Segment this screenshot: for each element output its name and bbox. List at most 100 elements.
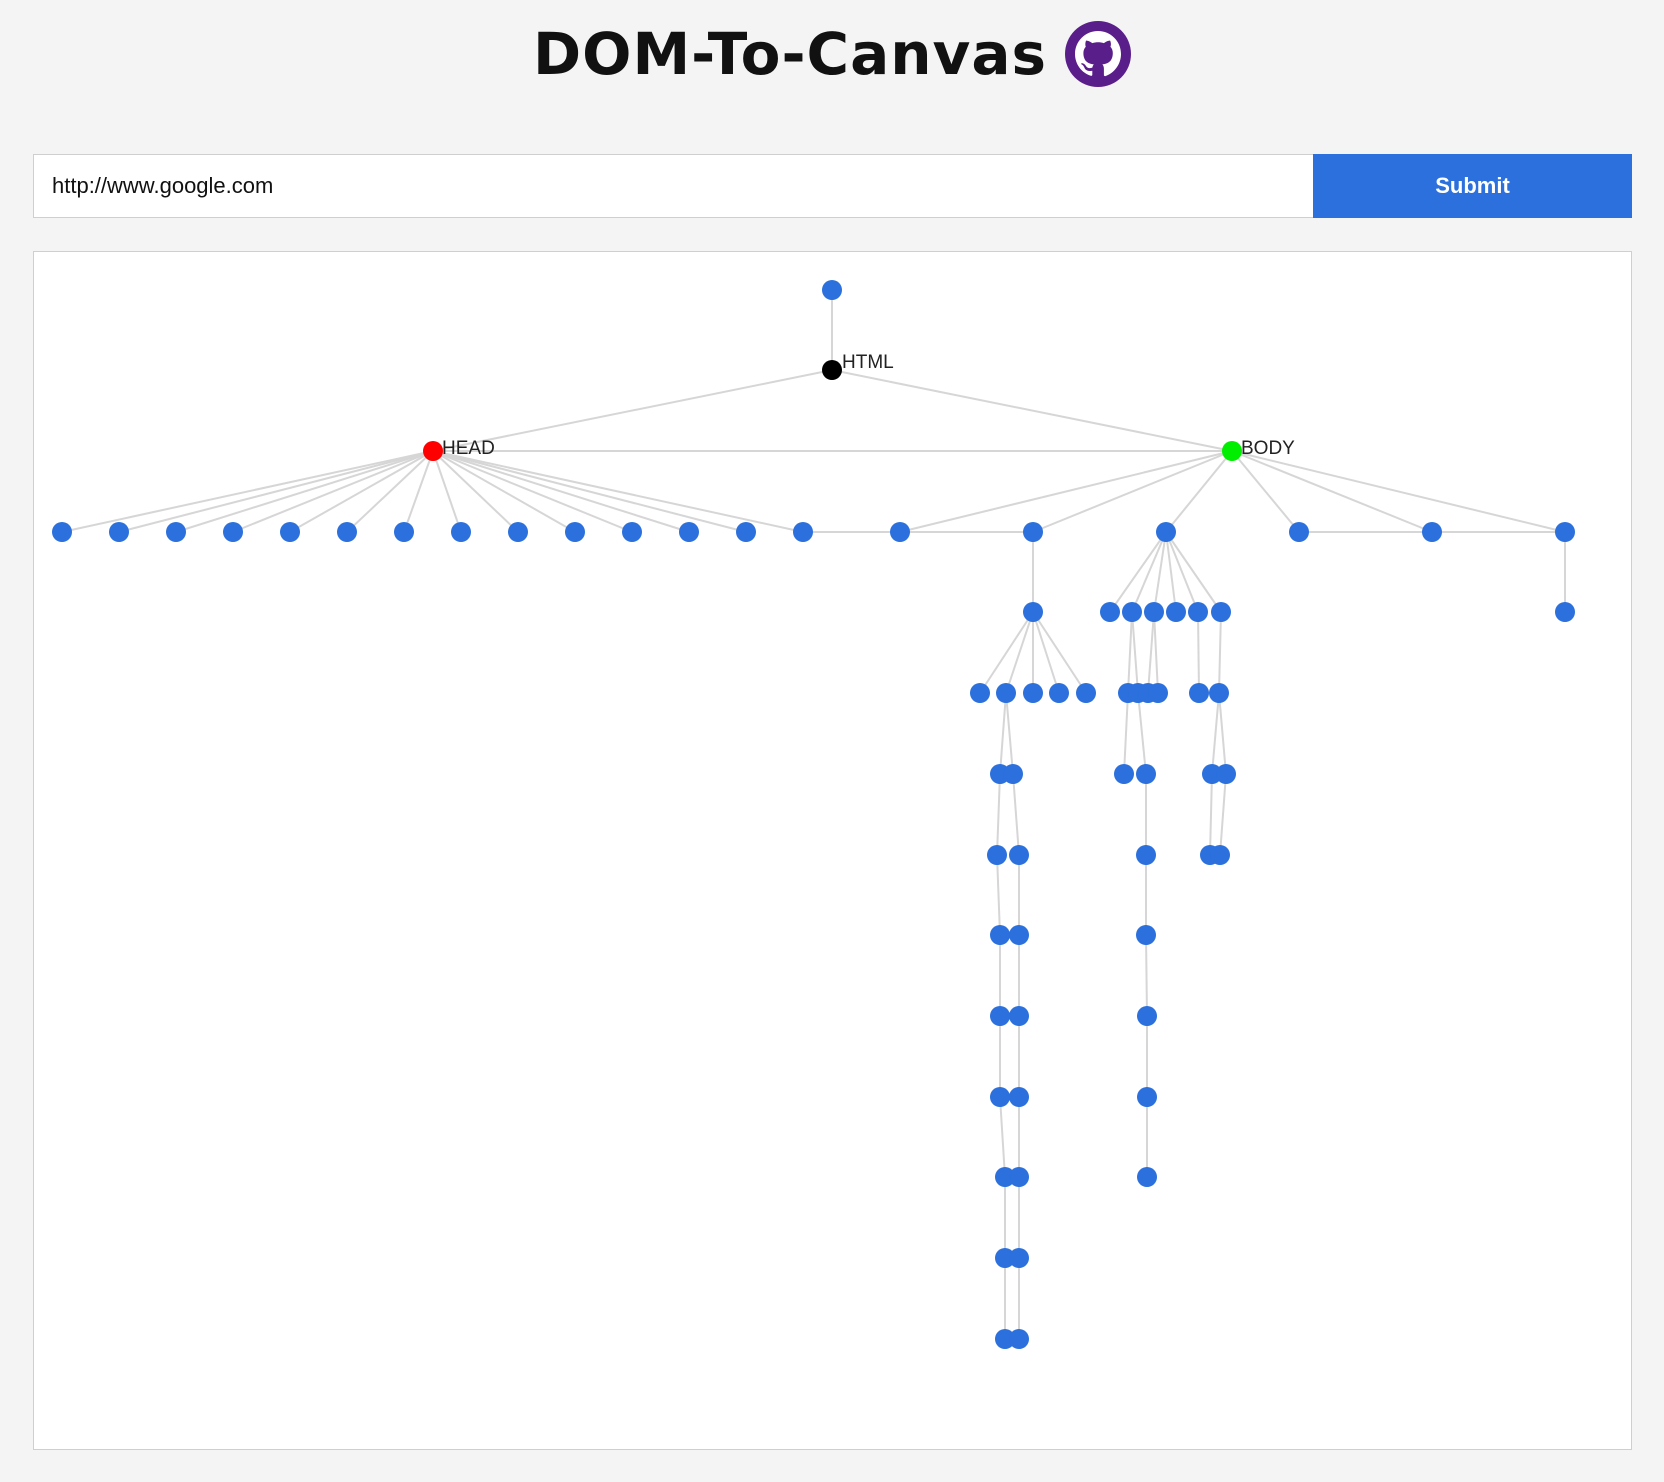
tree-node[interactable] <box>565 522 585 542</box>
tree-edge <box>1211 692 1220 775</box>
tree-edge <box>432 450 690 533</box>
tree-edge <box>432 450 633 533</box>
tree-node[interactable] <box>622 522 642 542</box>
tree-node[interactable] <box>1555 522 1575 542</box>
tree-node[interactable] <box>1216 764 1236 784</box>
tree-node[interactable] <box>52 522 72 542</box>
tree-edge <box>1012 773 1020 856</box>
tree-node[interactable] <box>223 522 243 542</box>
submit-button[interactable]: Submit <box>1313 154 1632 218</box>
tree-edge <box>1197 611 1200 694</box>
tree-edge <box>1165 450 1233 533</box>
tree-node[interactable] <box>1100 602 1120 622</box>
tree-edge <box>1209 773 1213 856</box>
github-icon[interactable] <box>1064 21 1131 87</box>
tree-node[interactable] <box>1144 602 1164 622</box>
tree-node[interactable] <box>1166 602 1186 622</box>
tree-node[interactable] <box>1137 1006 1157 1026</box>
tree-node[interactable] <box>1136 764 1156 784</box>
tree-node[interactable] <box>990 925 1010 945</box>
tree-edge <box>289 450 434 533</box>
tree-edge <box>1005 611 1034 694</box>
tree-node[interactable] <box>1009 1006 1029 1026</box>
body-node[interactable] <box>1222 441 1242 461</box>
tree-edge <box>996 854 1001 936</box>
url-form: Submit <box>33 154 1632 218</box>
tree-node[interactable] <box>1009 925 1029 945</box>
tree-node[interactable] <box>280 522 300 542</box>
tree-node[interactable] <box>1023 522 1043 542</box>
tree-node[interactable] <box>1023 683 1043 703</box>
tree-node[interactable] <box>822 280 842 300</box>
tree-node[interactable] <box>1023 602 1043 622</box>
tree-node[interactable] <box>1137 1167 1157 1187</box>
tree-node[interactable] <box>451 522 471 542</box>
url-input[interactable] <box>33 154 1313 218</box>
tree-edge <box>999 692 1007 775</box>
tree-edge <box>1218 692 1227 775</box>
tree-edge <box>432 450 804 533</box>
html-node-label: HTML <box>842 352 894 373</box>
tree-node[interactable] <box>987 845 1007 865</box>
tree-node[interactable] <box>1114 764 1134 784</box>
tree-edge <box>403 450 434 533</box>
tree-edge <box>1032 611 1060 694</box>
tree-edge <box>1153 611 1159 694</box>
tree-node[interactable] <box>1189 683 1209 703</box>
tree-node[interactable] <box>1148 683 1168 703</box>
tree-edge <box>118 450 434 533</box>
tree-node[interactable] <box>970 683 990 703</box>
tree-node[interactable] <box>1009 1167 1029 1187</box>
tree-node[interactable] <box>1289 522 1309 542</box>
tree-node[interactable] <box>890 522 910 542</box>
head-node[interactable] <box>423 441 443 461</box>
tree-node[interactable] <box>1211 602 1231 622</box>
tree-edge <box>1131 611 1139 694</box>
tree-node[interactable] <box>109 522 129 542</box>
tree-node[interactable] <box>1137 1087 1157 1107</box>
tree-node[interactable] <box>1136 845 1156 865</box>
tree-edge <box>1005 692 1014 775</box>
tree-edge <box>1145 934 1148 1017</box>
tree-node[interactable] <box>1049 683 1069 703</box>
tree-node[interactable] <box>1122 602 1142 622</box>
tree-node[interactable] <box>1156 522 1176 542</box>
tree-node[interactable] <box>736 522 756 542</box>
page-header: DOM-To-Canvas <box>0 14 1664 94</box>
tree-node[interactable] <box>793 522 813 542</box>
tree-node[interactable] <box>1209 683 1229 703</box>
tree-node[interactable] <box>1136 925 1156 945</box>
tree-node[interactable] <box>1003 764 1023 784</box>
dom-tree-canvas[interactable]: HTML HEAD BODY <box>33 251 1632 1450</box>
tree-node[interactable] <box>1009 1329 1029 1349</box>
tree-node[interactable] <box>1009 1248 1029 1268</box>
tree-edge <box>1127 611 1133 694</box>
html-node[interactable] <box>822 360 842 380</box>
tree-node[interactable] <box>1009 845 1029 865</box>
tree-edge <box>1137 692 1147 775</box>
tree-edge <box>1123 692 1129 775</box>
tree-node[interactable] <box>996 683 1016 703</box>
tree-edge <box>1218 611 1222 694</box>
tree-edge <box>232 450 434 533</box>
tree-node[interactable] <box>1422 522 1442 542</box>
tree-node[interactable] <box>1076 683 1096 703</box>
tree-node[interactable] <box>1555 602 1575 622</box>
tree-edge <box>61 450 434 533</box>
tree-node[interactable] <box>337 522 357 542</box>
tree-node[interactable] <box>990 1087 1010 1107</box>
tree-node[interactable] <box>1009 1087 1029 1107</box>
tree-edge <box>996 773 1001 856</box>
tree-node[interactable] <box>166 522 186 542</box>
dom-tree-graph: HTML HEAD BODY <box>52 280 1575 1349</box>
tree-edge <box>1231 450 1566 533</box>
tree-node[interactable] <box>508 522 528 542</box>
tree-node[interactable] <box>990 1006 1010 1026</box>
tree-edge <box>899 450 1233 533</box>
tree-edge <box>1147 611 1155 694</box>
tree-node[interactable] <box>1210 845 1230 865</box>
tree-node[interactable] <box>394 522 414 542</box>
tree-edge <box>1032 611 1087 694</box>
tree-node[interactable] <box>1188 602 1208 622</box>
tree-node[interactable] <box>679 522 699 542</box>
